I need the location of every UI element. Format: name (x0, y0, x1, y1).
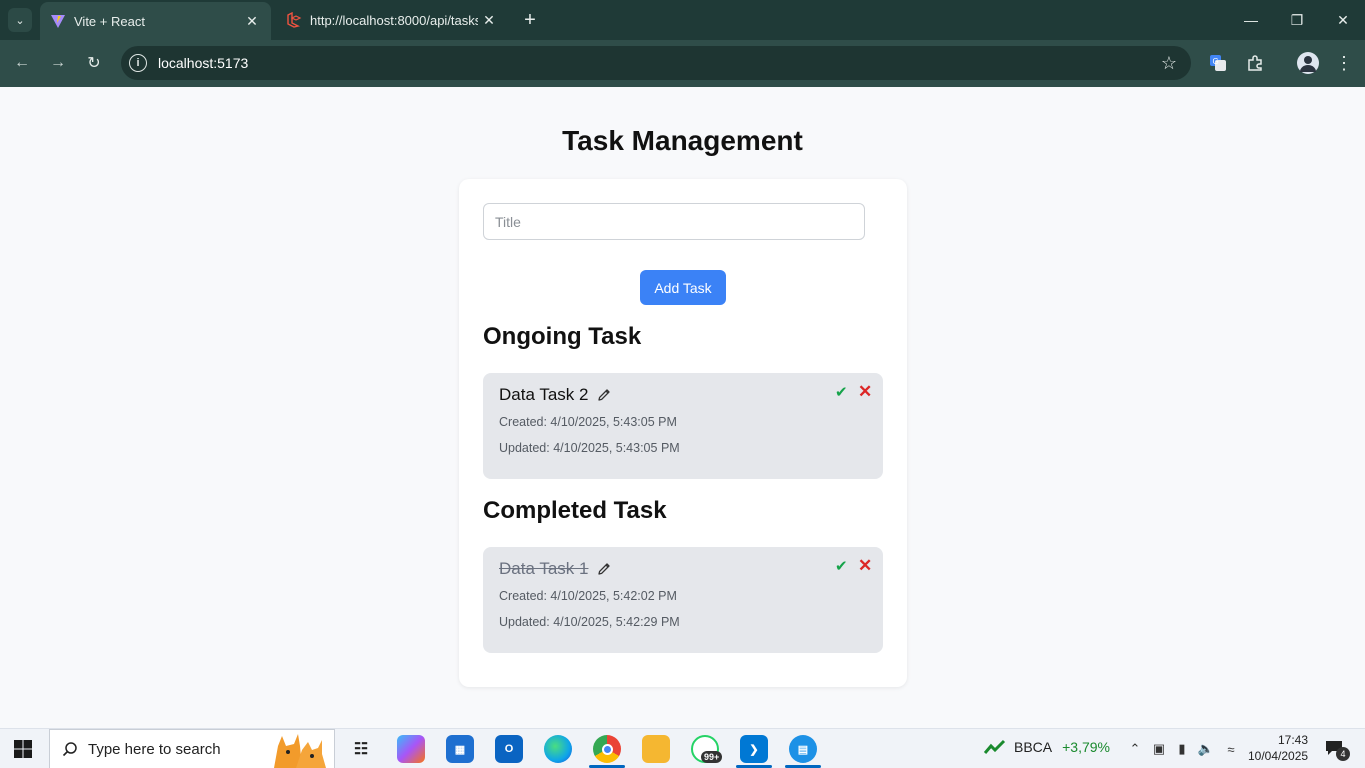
docker-icon[interactable]: ▤ (789, 735, 817, 763)
windows-start-icon[interactable] (14, 740, 32, 758)
reload-button[interactable]: ↻ (82, 51, 106, 75)
task-card: Add Task Ongoing Task Data Task 2 ✔ ✕ Cr… (459, 179, 907, 687)
complete-check-icon[interactable]: ✔ (835, 557, 848, 575)
delete-x-icon[interactable]: ✕ (858, 556, 872, 576)
restore-button[interactable]: ❐ (1274, 0, 1320, 40)
extensions-icon[interactable] (1243, 51, 1267, 75)
vscode-icon[interactable]: ❯ (740, 735, 768, 763)
outlook-icon[interactable]: O (495, 735, 523, 763)
system-clock[interactable]: 17:43 10/04/2025 (1248, 732, 1308, 764)
file-explorer-icon[interactable] (642, 735, 670, 763)
forward-button[interactable]: → (46, 51, 70, 75)
meet-now-icon[interactable]: ▣ (1150, 740, 1168, 758)
completed-heading: Completed Task (483, 497, 667, 524)
add-task-button[interactable]: Add Task (640, 270, 726, 305)
close-tab-icon[interactable]: ✕ (478, 9, 500, 31)
task-item: Data Task 2 ✔ ✕ Created: 4/10/2025, 5:43… (483, 373, 883, 479)
minimize-button[interactable]: — (1228, 0, 1274, 40)
complete-check-icon[interactable]: ✔ (835, 383, 848, 401)
edit-pencil-icon[interactable] (596, 387, 612, 403)
task-title: Data Task 2 (499, 385, 612, 405)
browser-toolbar: ← → ↻ i localhost:5173 ☆ G ⋮ (0, 40, 1365, 87)
search-icon (62, 742, 77, 757)
microsoft-store-icon[interactable]: ▦ (446, 735, 474, 763)
ongoing-heading: Ongoing Task (483, 323, 642, 350)
tab-title: Vite + React (74, 13, 145, 29)
stock-change: +3,79% (1062, 739, 1110, 755)
whatsapp-badge: 99+ (701, 751, 723, 763)
page-title: Task Management (562, 125, 803, 156)
edit-pencil-icon[interactable] (596, 561, 612, 577)
copilot-icon[interactable] (397, 735, 425, 763)
title-input[interactable] (483, 203, 865, 240)
notification-count: 4 (1336, 747, 1350, 761)
close-window-button[interactable]: ✕ (1320, 0, 1365, 40)
bookmark-star-icon[interactable]: ☆ (1161, 53, 1177, 74)
new-tab-button[interactable]: + (518, 8, 542, 32)
notification-center-icon[interactable]: 4 (1325, 740, 1350, 761)
back-button[interactable]: ← (10, 51, 34, 75)
task-item: Data Task 1 ✔ ✕ Created: 4/10/2025, 5:42… (483, 547, 883, 653)
edge-icon[interactable] (544, 735, 572, 763)
browser-menu-icon[interactable]: ⋮ (1332, 51, 1356, 75)
stock-widget[interactable]: BBCA +3,79% (984, 739, 1110, 755)
chrome-icon[interactable] (593, 735, 621, 763)
task-created: Created: 4/10/2025, 5:42:02 PM (499, 589, 677, 603)
vite-icon (50, 13, 66, 29)
delete-x-icon[interactable]: ✕ (858, 382, 872, 402)
whatsapp-icon[interactable]: 99+ (691, 735, 723, 763)
tab-title: http://localhost:8000/api/tasks (310, 12, 478, 28)
task-view-icon[interactable]: ☷ (347, 735, 375, 763)
google-translate-icon[interactable]: G (1206, 51, 1230, 75)
taskbar-search[interactable]: Type here to search (49, 729, 335, 768)
tab-search-button[interactable]: ⌄ (8, 8, 32, 32)
task-updated: Updated: 4/10/2025, 5:43:05 PM (499, 441, 680, 455)
tab-api-tasks[interactable]: http://localhost:8000/api/tasks ✕ (276, 0, 508, 40)
windows-taskbar: Type here to search ☷ ▦ O 99+ ❯ ▤ BBCA +… (0, 728, 1365, 768)
task-title-text: Data Task 2 (499, 385, 589, 404)
laravel-icon (286, 11, 302, 28)
show-hidden-icons-chevron-icon[interactable]: ⌃ (1126, 740, 1144, 758)
wifi-icon[interactable]: ≈ (1222, 740, 1240, 758)
fox-illustration-icon (274, 734, 326, 768)
app-page: Task Management Add Task Ongoing Task Da… (0, 87, 1365, 728)
svg-text:G: G (1213, 57, 1219, 66)
tab-vite-react[interactable]: Vite + React ✕ (40, 2, 271, 40)
browser-tabstrip: ⌄ Vite + React ✕ http://localhost:8000/a… (0, 0, 1365, 40)
battery-icon[interactable]: ▮ (1173, 740, 1191, 758)
site-info-icon[interactable]: i (129, 54, 147, 72)
task-title: Data Task 1 (499, 559, 612, 579)
url-text[interactable]: localhost:5173 (158, 55, 1161, 71)
stock-chart-icon (984, 739, 1006, 754)
clock-date: 10/04/2025 (1248, 749, 1309, 763)
search-placeholder: Type here to search (88, 740, 221, 758)
clock-time: 17:43 (1277, 733, 1308, 747)
address-bar[interactable]: i localhost:5173 ☆ (121, 46, 1191, 80)
task-created: Created: 4/10/2025, 5:43:05 PM (499, 415, 677, 429)
volume-icon[interactable]: 🔈 (1197, 740, 1215, 758)
task-title-text: Data Task 1 (499, 559, 589, 578)
close-tab-icon[interactable]: ✕ (241, 10, 263, 32)
profile-avatar[interactable] (1296, 51, 1320, 75)
stock-name: BBCA (1014, 739, 1053, 755)
task-updated: Updated: 4/10/2025, 5:42:29 PM (499, 615, 680, 629)
